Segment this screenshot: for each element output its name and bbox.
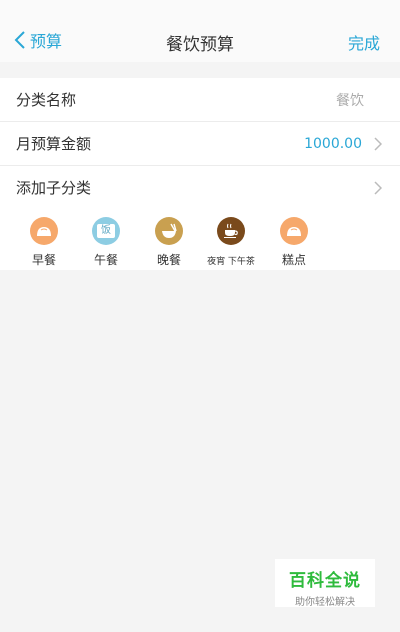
coffee-cup-icon — [217, 217, 245, 245]
subcategory-label: 早餐 — [31, 253, 56, 267]
subcategory-label: 午餐 — [93, 253, 118, 267]
category-name-row[interactable]: 分类名称 餐饮 — [0, 78, 400, 122]
subcategory-list: 早餐 饭 午餐 晚餐 夜宵 下午茶 糕点 — [0, 208, 400, 270]
subcategory-item[interactable]: 早餐 — [14, 217, 74, 268]
rice-bowl-glyph: 饭 — [97, 224, 115, 238]
subcategory-label: 糕点 — [281, 253, 306, 267]
add-subcategory-label: 添加子分类 — [16, 179, 92, 197]
bun-icon — [30, 217, 58, 245]
monthly-budget-row[interactable]: 月预算金额 1000.00 — [0, 122, 400, 166]
subcategory-item[interactable]: 饭 午餐 — [76, 217, 136, 268]
chevron-right-icon — [374, 136, 382, 151]
subcategory-label: 夜宵 下午茶 — [207, 257, 255, 267]
category-name-value[interactable]: 餐饮 — [336, 90, 364, 110]
add-subcategory-row[interactable]: 添加子分类 — [0, 166, 400, 209]
page-title: 餐饮预算 — [166, 35, 234, 55]
subcategory-label: 晚餐 — [156, 253, 181, 267]
monthly-budget-value: 1000.00 — [304, 135, 362, 152]
watermark-subtitle: 助你轻松解决 — [295, 597, 355, 608]
nav-bar: 预算 餐饮预算 完成 — [0, 0, 400, 62]
subcategory-item[interactable]: 夜宵 下午茶 — [201, 217, 261, 267]
chevron-right-icon — [374, 180, 382, 195]
subcategory-item[interactable]: 糕点 — [264, 217, 324, 268]
subcategory-item[interactable]: 晚餐 — [139, 217, 199, 268]
rice-bowl-icon: 饭 — [92, 217, 120, 245]
bun-icon — [280, 217, 308, 245]
watermark-title: 百科全说 — [289, 571, 361, 591]
category-name-label: 分类名称 — [16, 91, 77, 109]
monthly-budget-label: 月预算金额 — [16, 135, 92, 153]
budget-form: 分类名称 餐饮 月预算金额 1000.00 添加子分类 — [0, 78, 400, 209]
done-button[interactable]: 完成 — [348, 30, 380, 54]
watermark: 百科全说 助你轻松解决 — [275, 559, 375, 608]
noodle-bowl-icon — [155, 217, 183, 245]
